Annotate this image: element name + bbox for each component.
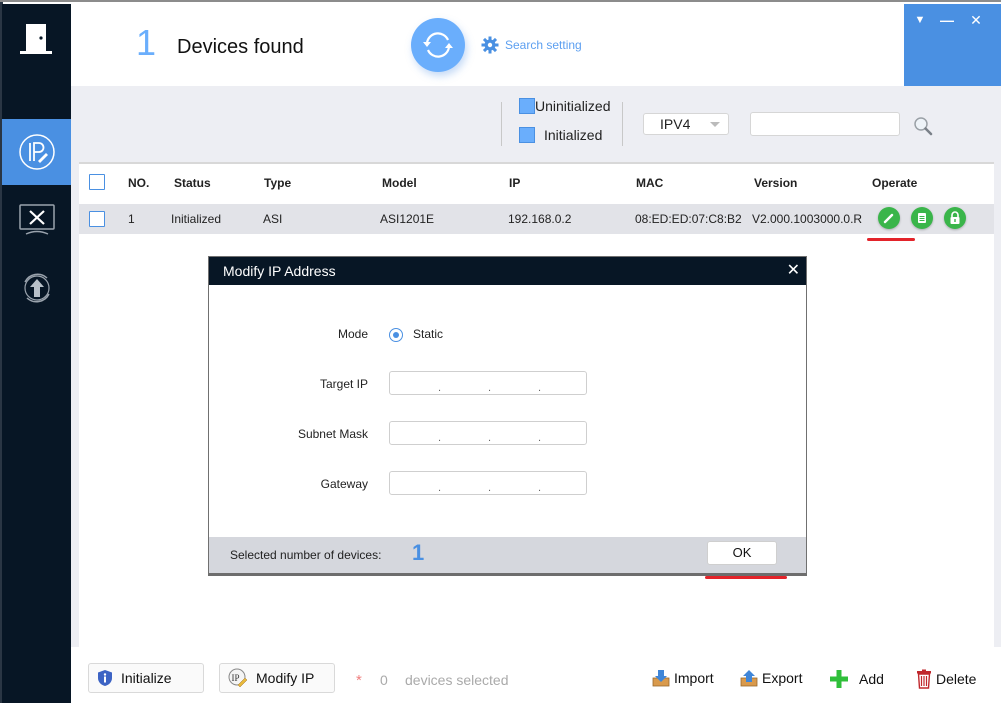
import-label: Import	[674, 670, 714, 686]
export-button[interactable]: Export	[740, 669, 802, 687]
ok-button[interactable]: OK	[707, 541, 777, 565]
initialize-label: Initialize	[121, 670, 172, 686]
table-header: NO. Status Type Model IP MAC Version Ope…	[79, 164, 994, 204]
edit-ip-button[interactable]	[878, 207, 900, 229]
divider	[622, 102, 623, 146]
search-setting-link[interactable]: Search setting	[481, 36, 582, 54]
cell-status: Initialized	[171, 212, 222, 226]
refresh-button[interactable]	[411, 18, 465, 72]
header: 1 Devices found Search setting ▼ — ✕	[71, 4, 1001, 86]
target-ip-input[interactable]: . . .	[389, 371, 587, 395]
shield-info-icon	[98, 670, 112, 686]
devices-found-label: Devices found	[177, 36, 304, 58]
modify-ip-label: Modify IP	[256, 670, 315, 686]
tools-monitor-icon	[18, 204, 55, 235]
minimize-button[interactable]: —	[939, 12, 955, 28]
selected-devices-label: Selected number of devices:	[230, 548, 382, 562]
highlight-underline	[705, 576, 787, 579]
search-setting-label: Search setting	[505, 38, 582, 52]
plus-icon	[830, 670, 848, 688]
gateway-input[interactable]: . . .	[389, 471, 587, 495]
ip-pencil-icon	[18, 134, 55, 170]
filter-bar: Uninitialized Initialized IPV4	[71, 86, 1001, 162]
add-button[interactable]: Add	[829, 669, 884, 689]
close-window-button[interactable]: ✕	[968, 12, 984, 28]
sidebar-item-ip-modify[interactable]	[2, 119, 71, 185]
import-button[interactable]: Import	[652, 669, 714, 687]
door-logo-icon	[20, 24, 52, 54]
ip-version-select[interactable]: IPV4	[643, 113, 729, 135]
dialog-title: Modify IP Address	[209, 257, 806, 285]
export-label: Export	[762, 670, 803, 686]
gateway-label: Gateway	[320, 477, 368, 491]
cell-type: ASI	[263, 212, 283, 226]
column-header-type: Type	[264, 176, 292, 190]
window-controls: ▼ — ✕	[904, 4, 1001, 86]
refresh-icon	[423, 32, 453, 58]
cell-no: 1	[128, 212, 135, 226]
edit-icon	[883, 213, 894, 224]
modify-ip-dialog: Modify IP Address ✕ Mode Static Target I…	[208, 256, 807, 576]
export-icon	[740, 670, 758, 687]
password-reset-button[interactable]	[944, 207, 966, 229]
gear-icon	[481, 36, 499, 54]
mode-label: Mode	[337, 327, 368, 341]
menu-dropdown-button[interactable]: ▼	[912, 12, 928, 28]
column-header-ip: IP	[509, 176, 521, 190]
select-all-checkbox[interactable]	[89, 174, 105, 190]
upload-cycle-icon	[23, 273, 50, 303]
column-header-model: Model	[382, 176, 417, 190]
lock-icon	[950, 211, 960, 224]
delete-label: Delete	[936, 671, 977, 687]
mode-static-radio[interactable]	[389, 328, 403, 342]
cell-model: ASI1201E	[380, 212, 435, 226]
chevron-down-icon	[710, 122, 720, 127]
trash-icon	[917, 669, 931, 689]
cell-version: V2.000.1003000.0.R	[752, 212, 863, 226]
device-details-button[interactable]	[911, 207, 933, 229]
subnet-mask-input[interactable]: . . .	[389, 421, 587, 445]
app-window: 1 Devices found Search setting ▼ — ✕ Uni…	[0, 0, 1001, 703]
search-input[interactable]	[750, 112, 900, 136]
row-checkbox[interactable]	[89, 211, 105, 227]
selected-label: devices selected	[405, 672, 509, 688]
column-header-operate: Operate	[872, 176, 918, 190]
target-ip-label: Target IP	[319, 377, 368, 391]
import-icon	[652, 670, 670, 687]
uninitialized-label: Uninitialized	[535, 98, 611, 114]
column-header-no: NO.	[128, 176, 150, 190]
uninitialized-checkbox[interactable]	[519, 98, 535, 114]
add-label: Add	[859, 671, 884, 687]
subnet-mask-label: Subnet Mask	[297, 427, 368, 441]
dialog-close-button[interactable]: ✕	[787, 257, 800, 285]
divider	[501, 102, 502, 146]
sidebar-item-device-config[interactable]	[2, 187, 71, 253]
selected-count: 0	[380, 672, 388, 688]
initialized-checkbox[interactable]	[519, 127, 535, 143]
column-header-mac: MAC	[636, 176, 664, 190]
required-asterisk: *	[356, 672, 362, 689]
details-icon	[918, 213, 926, 223]
column-header-status: Status	[174, 176, 211, 190]
initialize-button[interactable]: Initialize	[88, 663, 204, 693]
sidebar-item-upgrade[interactable]	[2, 255, 71, 321]
mode-static-label: Static	[413, 327, 444, 341]
cell-mac: 08:ED:ED:07:C8:B2	[635, 212, 742, 226]
svg-text:IP: IP	[232, 673, 240, 683]
ip-version-value: IPV4	[660, 116, 691, 132]
search-icon[interactable]	[913, 116, 933, 136]
ip-pencil-icon: IP	[228, 668, 248, 688]
selected-devices-count: 1	[412, 540, 425, 565]
modify-ip-button[interactable]: IP Modify IP	[219, 663, 335, 693]
highlight-underline	[867, 238, 915, 241]
column-header-version: Version	[754, 176, 798, 190]
bottom-toolbar: Initialize IP Modify IP * 0 devices sele…	[71, 647, 1001, 703]
device-count: 1	[136, 22, 157, 63]
cell-ip: 192.168.0.2	[508, 212, 572, 226]
sidebar	[2, 4, 71, 703]
delete-button[interactable]: Delete	[916, 669, 976, 689]
table-row[interactable]: 1 Initialized ASI ASI1201E 192.168.0.2 0…	[79, 204, 994, 234]
dialog-footer: Selected number of devices: 1 OK	[209, 537, 806, 573]
initialized-label: Initialized	[544, 127, 603, 143]
